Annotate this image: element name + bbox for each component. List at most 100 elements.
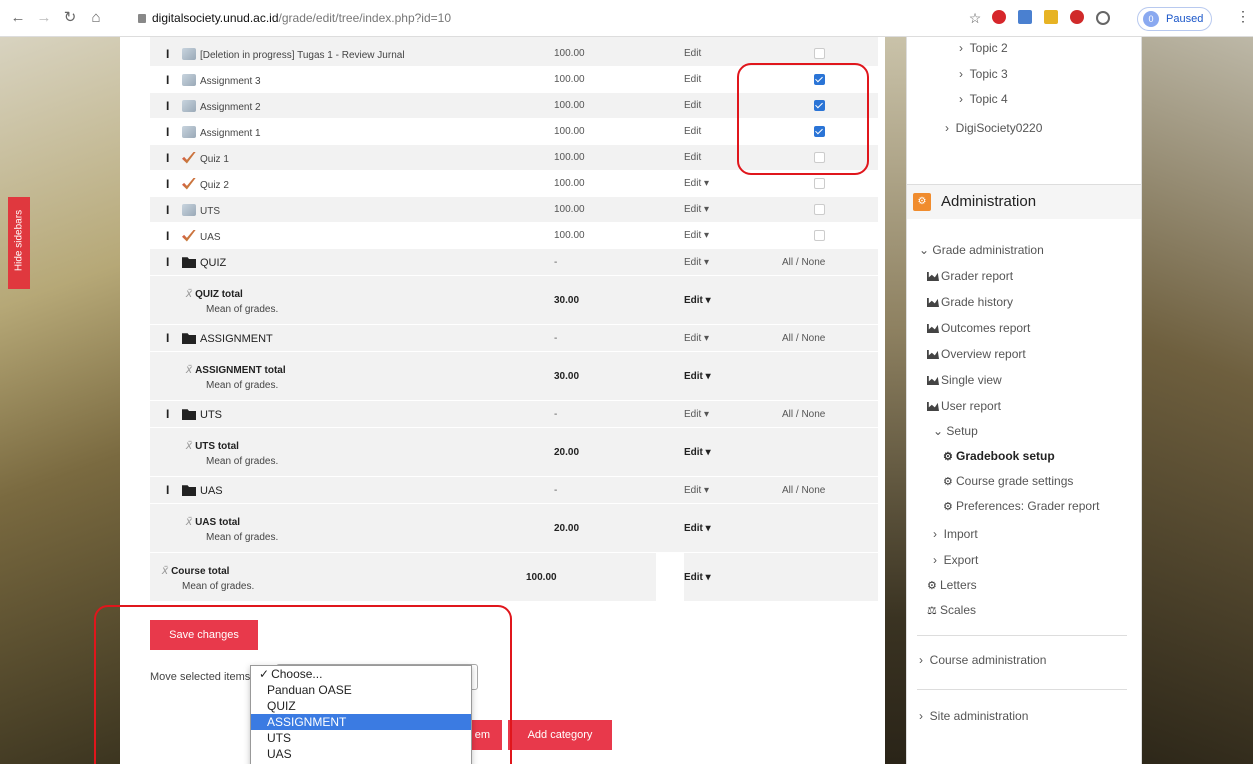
edit-menu[interactable]: Edit ▾ bbox=[684, 275, 774, 325]
grade-item-name: [Deletion in progress] Tugas 1 - Review … bbox=[200, 49, 405, 61]
move-handle-icon[interactable]: I bbox=[166, 125, 176, 139]
move-handle-icon[interactable]: I bbox=[166, 47, 176, 61]
select-checkbox[interactable] bbox=[814, 203, 825, 215]
setup-toggle[interactable]: ⌄ Setup bbox=[933, 424, 978, 438]
report-label: Outcomes report bbox=[941, 321, 1031, 335]
total-name: UAS total bbox=[195, 516, 241, 528]
gear-icon: ⚙ bbox=[927, 580, 937, 592]
category-row: I UTS - Edit ▾ All / None bbox=[150, 400, 878, 428]
select-all-none[interactable]: All / None bbox=[774, 248, 878, 276]
page-body: Hide sidebars I [Deletion in progress] Tu… bbox=[0, 37, 1253, 764]
move-handle-icon[interactable]: I bbox=[166, 229, 176, 243]
edit-menu[interactable]: Edit ▾ bbox=[684, 503, 774, 553]
category-name: UTS bbox=[200, 409, 222, 421]
notes-extension-icon[interactable] bbox=[1044, 10, 1058, 24]
course-administration-toggle[interactable]: › Course administration bbox=[919, 653, 1046, 667]
all-none-link[interactable]: All / None bbox=[782, 257, 825, 268]
edit-menu[interactable]: Edit ▾ bbox=[684, 196, 774, 223]
site-administration-toggle[interactable]: › Site administration bbox=[919, 709, 1028, 723]
hide-sidebars-button[interactable]: Hide sidebars bbox=[8, 197, 30, 289]
nav-item-digisociety[interactable]: › DigiSociety0220 bbox=[945, 121, 1042, 135]
address-bar[interactable]: digitalsociety.unud.ac.id/grade/edit/tre… bbox=[138, 6, 818, 30]
grade-administration-toggle[interactable]: ⌄ Grade administration bbox=[919, 243, 1044, 257]
move-handle-icon[interactable]: I bbox=[166, 177, 176, 191]
profile-button[interactable]: 0 Paused bbox=[1137, 7, 1213, 31]
letters-link[interactable]: ⚙ Letters bbox=[927, 578, 977, 592]
nav-item-topic-3[interactable]: › Topic 3 bbox=[959, 67, 1008, 81]
reload-icon[interactable]: ↻ bbox=[60, 8, 80, 28]
scales-link[interactable]: ⚖ Scales bbox=[927, 603, 976, 617]
course-grade-settings-link[interactable]: ⚙ Course grade settings bbox=[943, 474, 1073, 488]
select-cell bbox=[774, 427, 878, 477]
select-all-none[interactable]: All / None bbox=[774, 400, 878, 428]
preferences-grader-report-link[interactable]: ⚙ Preferences: Grader report bbox=[943, 499, 1099, 513]
category-row: I ASSIGNMENT - Edit ▾ All / None bbox=[150, 324, 878, 352]
move-handle-icon[interactable]: I bbox=[166, 203, 176, 217]
edit-menu[interactable]: Edit ▾ bbox=[684, 427, 774, 477]
back-icon[interactable]: ← bbox=[8, 8, 28, 28]
browser-menu-icon[interactable]: ⋮ bbox=[1236, 8, 1250, 25]
assignment-icon bbox=[182, 203, 196, 216]
overview-report-link[interactable]: Overview report bbox=[927, 347, 1026, 361]
select-checkbox[interactable] bbox=[814, 177, 825, 189]
all-none-link[interactable]: All / None bbox=[782, 409, 825, 420]
category-total-row: x̄ QUIZ total Mean of grades. 30.00 Edit ▾ bbox=[150, 275, 878, 325]
grade-history-link[interactable]: Grade history bbox=[927, 295, 1013, 309]
import-toggle[interactable]: › Import bbox=[933, 527, 978, 541]
move-handle-icon[interactable]: I bbox=[166, 331, 176, 345]
url-host: digitalsociety.unud.ac.id bbox=[152, 11, 279, 25]
edit-menu[interactable]: Edit ▾ bbox=[684, 324, 774, 352]
star-icon[interactable]: ☆ bbox=[965, 8, 985, 28]
circle-extension-icon[interactable] bbox=[1096, 11, 1110, 25]
export-toggle[interactable]: › Export bbox=[933, 553, 978, 567]
aggregation-description: Mean of grades. bbox=[206, 303, 279, 315]
export-label: Export bbox=[943, 553, 979, 567]
add-category-button[interactable]: Add category bbox=[508, 720, 612, 750]
grade-item-name-cell: I Quiz 2 bbox=[150, 170, 554, 197]
administration-header: ⚙ Administration bbox=[907, 185, 1141, 219]
select-checkbox[interactable] bbox=[814, 229, 825, 241]
move-handle-icon[interactable]: I bbox=[166, 99, 176, 113]
edit-menu[interactable]: Edit ▾ bbox=[684, 351, 774, 401]
total-name-cell: x̄ ASSIGNMENT total Mean of grades. bbox=[150, 351, 554, 401]
user-report-link[interactable]: User report bbox=[927, 399, 1001, 413]
max-grade: - bbox=[554, 248, 684, 276]
move-handle-icon[interactable]: I bbox=[166, 73, 176, 87]
home-icon[interactable]: ⌂ bbox=[86, 8, 106, 28]
sigma-icon: x̄ bbox=[186, 513, 192, 528]
all-none-link[interactable]: All / None bbox=[782, 333, 825, 344]
edit-menu[interactable]: Edit ▾ bbox=[684, 400, 774, 428]
setup-item-label: Preferences: Grader report bbox=[956, 499, 1100, 513]
grader-report-link[interactable]: Grader report bbox=[927, 269, 1013, 283]
adblock-extension-icon[interactable] bbox=[1070, 10, 1084, 24]
scales-label: Scales bbox=[940, 603, 977, 617]
move-handle-icon[interactable]: I bbox=[166, 151, 176, 165]
edit-menu[interactable]: Edit ▾ bbox=[684, 552, 774, 602]
all-none-link[interactable]: All / None bbox=[782, 485, 825, 496]
nav-item-topic-2[interactable]: › Topic 2 bbox=[959, 41, 1008, 55]
edit-menu[interactable]: Edit ▾ bbox=[684, 222, 774, 249]
quiz-icon bbox=[182, 229, 196, 242]
extension-icon[interactable] bbox=[1018, 10, 1032, 24]
max-grade: 100.00 bbox=[554, 144, 684, 171]
grade-item-name: UTS bbox=[200, 205, 220, 217]
gradebook-setup-link[interactable]: ⚙ Gradebook setup bbox=[943, 449, 1055, 463]
move-handle-icon[interactable]: I bbox=[166, 483, 176, 497]
max-grade: 20.00 bbox=[554, 503, 684, 553]
grade-item-name-cell: I UAS bbox=[150, 222, 554, 249]
opera-extension-icon[interactable] bbox=[992, 10, 1006, 24]
edit-menu[interactable]: Edit ▾ bbox=[684, 476, 774, 504]
select-all-none[interactable]: All / None bbox=[774, 476, 878, 504]
outcomes-report-link[interactable]: Outcomes report bbox=[927, 321, 1030, 335]
report-label: Overview report bbox=[941, 347, 1026, 361]
single-view-link[interactable]: Single view bbox=[927, 373, 1002, 387]
select-all-none[interactable]: All / None bbox=[774, 324, 878, 352]
move-handle-icon[interactable]: I bbox=[166, 255, 176, 269]
select-checkbox[interactable] bbox=[814, 47, 825, 59]
total-name: UTS total bbox=[195, 440, 239, 452]
edit-menu[interactable]: Edit ▾ bbox=[684, 248, 774, 276]
nav-item-topic-4[interactable]: › Topic 4 bbox=[959, 92, 1008, 106]
max-grade: 30.00 bbox=[554, 275, 684, 325]
move-handle-icon[interactable]: I bbox=[166, 407, 176, 421]
forward-icon[interactable]: → bbox=[34, 8, 54, 28]
